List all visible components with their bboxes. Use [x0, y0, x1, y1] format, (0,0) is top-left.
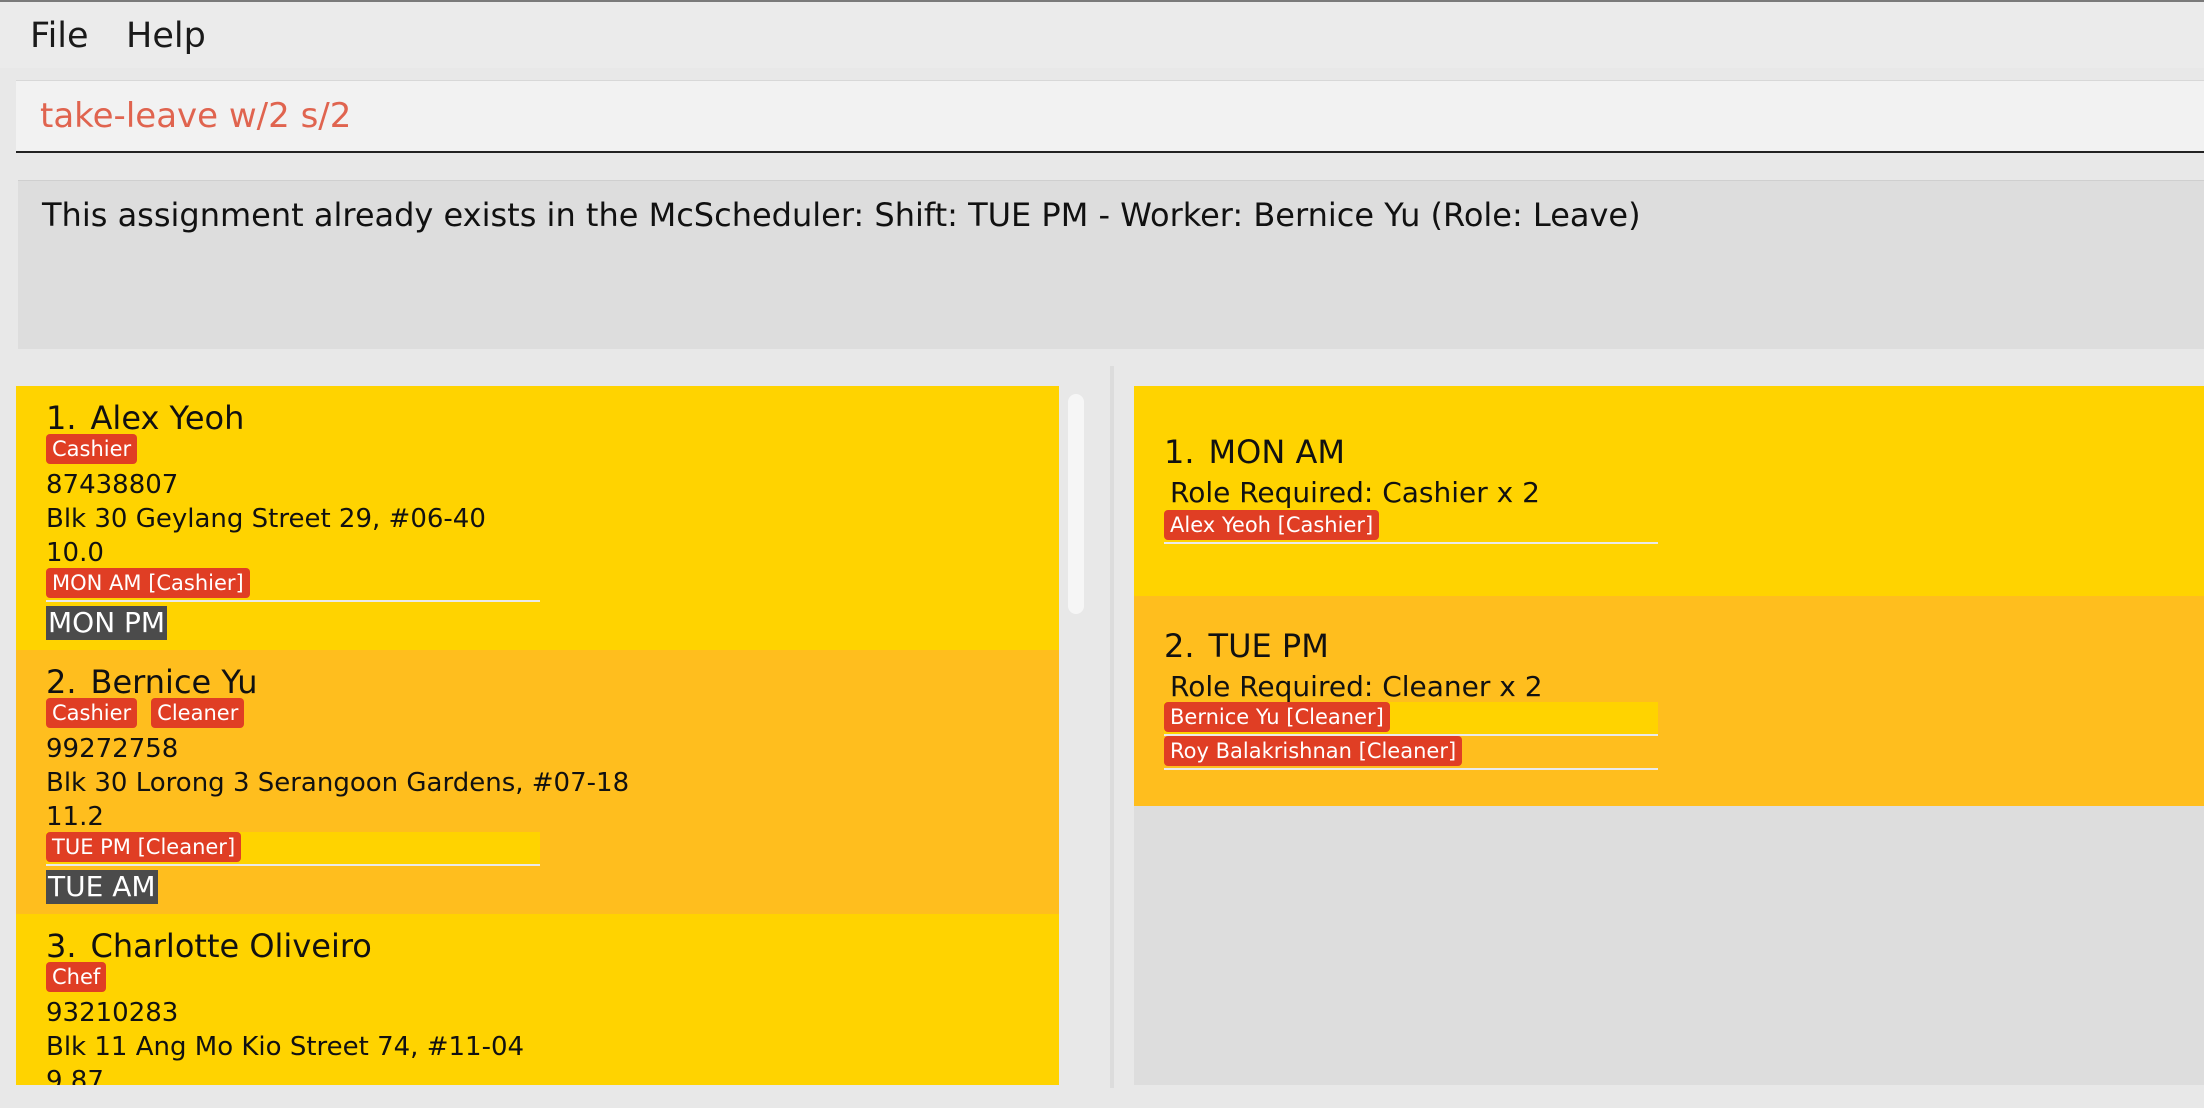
result-display: This assignment already exists in the Mc… [18, 180, 2204, 349]
worker-card[interactable]: 2. Bernice Yu Cashier Cleaner 99272758 Blk… [16, 650, 1059, 914]
worker-roles: Chef [46, 962, 120, 994]
assignment-tag: Alex Yeoh [Cashier] [1164, 510, 1380, 540]
worker-address: Blk 30 Geylang Street 29, #06-40 [46, 504, 486, 534]
shift-index: 2. [1164, 627, 1195, 665]
worker-phone: 87438807 [46, 470, 179, 500]
shift-title-line: 1. MON AM [1164, 430, 1345, 474]
assignment-tag: Bernice Yu [Cleaner] [1164, 702, 1390, 732]
shift-card[interactable]: 1. MON AM Role Required: Cashier x 2 Alex… [1134, 386, 2204, 596]
command-box [16, 80, 2204, 153]
worker-card[interactable]: 1. Alex Yeoh Cashier 87438807 Blk 30 Geyl… [16, 386, 1059, 650]
worker-unavailability: TUE AM [46, 870, 158, 904]
worker-name: Bernice Yu [90, 663, 258, 701]
command-input[interactable] [40, 91, 2040, 141]
worker-pay: 10.0 [46, 538, 104, 568]
worker-pay: 11.2 [46, 802, 104, 832]
shift-role-required: Role Required: Cleaner x 2 [1170, 670, 1543, 703]
shift-title: MON AM [1208, 433, 1345, 471]
worker-roles: Cashier Cleaner [46, 698, 258, 730]
shift-title-line: 2. TUE PM [1164, 624, 1329, 668]
shift-index: 1. [1164, 433, 1195, 471]
worker-roles: Cashier [46, 434, 151, 466]
worker-name: Alex Yeoh [90, 399, 245, 437]
worker-index: 2. [46, 663, 77, 701]
menu-bar: File Help [0, 2, 2204, 68]
menu-file[interactable]: File [24, 12, 95, 60]
shift-assignment: Bernice Yu [Cleaner] [1164, 702, 1658, 736]
worker-list-panel[interactable]: 1. Alex Yeoh Cashier 87438807 Blk 30 Geyl… [16, 386, 1059, 1085]
worker-assignment: TUE PM [Cleaner] [46, 832, 540, 866]
worker-assignment: MON AM [Cashier] [46, 568, 540, 602]
role-tag: Cleaner [151, 698, 245, 728]
shift-title: TUE PM [1208, 627, 1329, 665]
assignment-tag: Roy Balakrishnan [Cleaner] [1164, 736, 1463, 766]
worker-phone: 93210283 [46, 998, 179, 1028]
role-tag: Cashier [46, 698, 138, 728]
menu-help[interactable]: Help [120, 12, 212, 60]
worker-index: 3. [46, 927, 77, 965]
worker-pay: 9.87 [46, 1066, 104, 1085]
assignment-tag: MON AM [Cashier] [46, 568, 250, 598]
window-bottom-edge [0, 1088, 2204, 1108]
worker-unavailability: MON PM [46, 606, 168, 640]
worker-card[interactable]: 3. Charlotte Oliveiro Chef 93210283 Blk 1… [16, 914, 1059, 1085]
worker-index: 1. [46, 399, 77, 437]
worker-address: Blk 30 Lorong 3 Serangoon Gardens, #07-1… [46, 768, 630, 798]
panel-divider[interactable] [1110, 366, 1114, 1108]
shift-assignment: Roy Balakrishnan [Cleaner] [1164, 736, 1658, 770]
role-tag: Cashier [46, 434, 138, 464]
worker-name: Charlotte Oliveiro [90, 927, 372, 965]
shift-card[interactable]: 2. TUE PM Role Required: Cleaner x 2 Bern… [1134, 596, 2204, 806]
worker-list-scrollbar[interactable] [1068, 394, 1084, 614]
worker-address: Blk 11 Ang Mo Kio Street 74, #11-04 [46, 1032, 525, 1062]
shift-list-panel[interactable]: 1. MON AM Role Required: Cashier x 2 Alex… [1134, 386, 2204, 1085]
result-message: This assignment already exists in the Mc… [42, 196, 1641, 234]
assignment-tag: TUE PM [Cleaner] [46, 832, 242, 862]
worker-phone: 99272758 [46, 734, 179, 764]
shift-assignment: Alex Yeoh [Cashier] [1164, 510, 1658, 544]
shift-role-required: Role Required: Cashier x 2 [1170, 476, 1540, 509]
role-tag: Chef [46, 962, 107, 992]
